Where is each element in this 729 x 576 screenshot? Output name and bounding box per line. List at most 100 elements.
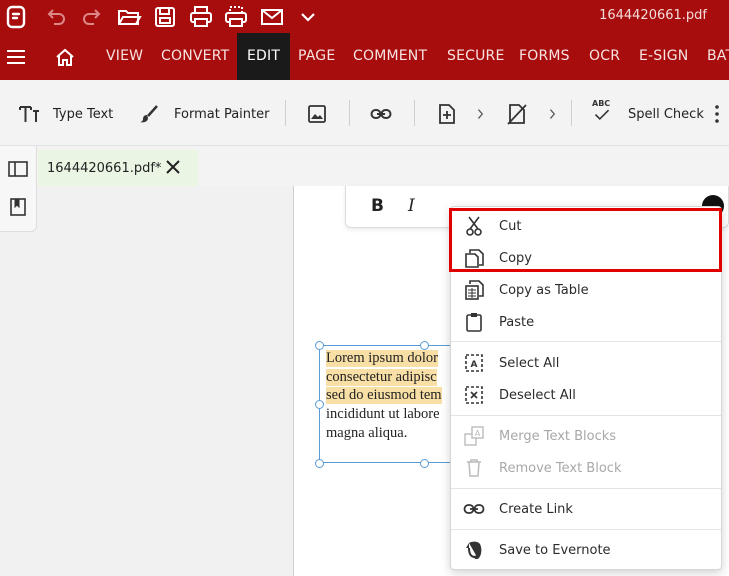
side-panel bbox=[0, 146, 37, 232]
menu-ocr[interactable]: OCR bbox=[589, 33, 620, 80]
chevron-right-icon bbox=[474, 107, 488, 121]
menu-divider bbox=[451, 488, 721, 489]
menu-paste-label: Paste bbox=[499, 314, 535, 330]
menu-select-all-label: Select All bbox=[499, 355, 560, 371]
toolbar-divider bbox=[571, 100, 572, 126]
text-line: Lorem ipsum dolor bbox=[326, 350, 438, 367]
edit-toolbar: Type Text Format Painter ABC Spell Check bbox=[0, 80, 729, 146]
type-text-button[interactable]: Type Text bbox=[18, 102, 113, 126]
vertical-dots-icon bbox=[712, 103, 722, 125]
bookmark-icon[interactable] bbox=[7, 196, 29, 218]
spell-check-label: Spell Check bbox=[628, 106, 704, 122]
copy-table-icon bbox=[463, 279, 485, 301]
deselect-all-icon bbox=[463, 384, 485, 406]
brush-icon bbox=[138, 103, 160, 125]
menu-merge-text-blocks: A Merge Text Blocks bbox=[451, 420, 721, 452]
menu-divider bbox=[451, 415, 721, 416]
menu-create-link-label: Create Link bbox=[499, 501, 573, 517]
menu-batch[interactable]: BAT bbox=[707, 33, 729, 80]
menu-convert[interactable]: CONVERT bbox=[161, 33, 229, 80]
format-painter-label: Format Painter bbox=[174, 106, 270, 122]
panel-toggle-icon[interactable] bbox=[7, 158, 29, 180]
menu-view[interactable]: VIEW bbox=[106, 33, 143, 80]
evernote-icon bbox=[463, 539, 485, 561]
resize-handle[interactable] bbox=[315, 341, 324, 350]
highlight-annotation bbox=[449, 208, 722, 272]
type-text-icon bbox=[18, 103, 40, 125]
menu-deselect-all-label: Deselect All bbox=[499, 387, 576, 403]
menu-save-to-evernote-label: Save to Evernote bbox=[499, 542, 611, 558]
add-link-button[interactable] bbox=[370, 102, 392, 126]
trash-icon bbox=[463, 457, 485, 479]
hamburger-menu-icon[interactable] bbox=[6, 47, 26, 67]
italic-button[interactable]: I bbox=[408, 196, 415, 216]
add-page-icon bbox=[436, 103, 458, 125]
window-title: 1644420661.pdf bbox=[599, 8, 707, 23]
email-icon[interactable] bbox=[259, 4, 285, 30]
batch-print-icon[interactable] bbox=[223, 4, 249, 30]
toolbar-divider bbox=[349, 100, 350, 126]
spell-check-icon: ABC bbox=[592, 99, 614, 126]
menu-save-to-evernote[interactable]: Save to Evernote bbox=[451, 534, 721, 566]
link-icon bbox=[463, 498, 485, 520]
document-tab[interactable]: 1644420661.pdf* bbox=[38, 150, 198, 186]
insert-page-more[interactable] bbox=[474, 102, 488, 126]
watermark-more[interactable] bbox=[546, 102, 560, 126]
document-tab-label: 1644420661.pdf* bbox=[47, 160, 162, 176]
svg-text:A: A bbox=[471, 360, 478, 370]
menu-bar: VIEW CONVERT EDIT PAGE COMMENT SECURE FO… bbox=[0, 33, 729, 80]
save-icon[interactable] bbox=[152, 4, 178, 30]
print-icon[interactable] bbox=[188, 4, 214, 30]
menu-remove-text-block: Remove Text Block bbox=[451, 452, 721, 484]
redo-icon[interactable] bbox=[79, 4, 105, 30]
text-line: sed do eiusmod tem bbox=[326, 387, 442, 404]
menu-copy-as-table-label: Copy as Table bbox=[499, 282, 589, 298]
resize-handle[interactable] bbox=[315, 400, 324, 409]
menu-create-link[interactable]: Create Link bbox=[451, 493, 721, 525]
close-icon[interactable] bbox=[164, 158, 182, 176]
menu-divider bbox=[451, 529, 721, 530]
menu-comment[interactable]: COMMENT bbox=[353, 33, 427, 80]
menu-copy-as-table[interactable]: Copy as Table bbox=[451, 274, 721, 306]
insert-page-button[interactable] bbox=[436, 102, 458, 126]
menu-esign[interactable]: E-SIGN bbox=[639, 33, 688, 80]
open-folder-icon[interactable] bbox=[116, 4, 142, 30]
app-logo-icon bbox=[4, 4, 30, 30]
chevron-down-icon[interactable] bbox=[295, 4, 321, 30]
format-painter-button[interactable]: Format Painter bbox=[138, 102, 269, 126]
chevron-right-icon bbox=[546, 107, 560, 121]
abc-badge: ABC bbox=[592, 99, 611, 108]
more-options-button[interactable] bbox=[712, 102, 722, 126]
image-icon bbox=[306, 103, 328, 125]
menu-forms[interactable]: FORMS bbox=[519, 33, 570, 80]
add-image-button[interactable] bbox=[306, 102, 328, 126]
menu-deselect-all[interactable]: Deselect All bbox=[451, 379, 721, 411]
clipboard-icon bbox=[463, 311, 485, 333]
bold-button[interactable]: B bbox=[371, 196, 384, 216]
undo-icon[interactable] bbox=[43, 4, 69, 30]
spell-check-button[interactable]: ABC Spell Check bbox=[592, 99, 704, 126]
resize-handle[interactable] bbox=[420, 341, 429, 350]
menu-remove-text-block-label: Remove Text Block bbox=[499, 460, 622, 476]
no-watermark-button[interactable] bbox=[506, 102, 528, 126]
svg-text:A: A bbox=[475, 429, 481, 438]
slash-page-icon bbox=[506, 103, 528, 125]
menu-select-all[interactable]: A Select All bbox=[451, 347, 721, 379]
menu-divider bbox=[451, 341, 721, 342]
text-line: consectetur adipisc bbox=[326, 369, 437, 386]
merge-text-icon: A bbox=[463, 425, 485, 447]
menu-page[interactable]: PAGE bbox=[298, 33, 335, 80]
text-line: magna aliqua. bbox=[326, 425, 408, 441]
resize-handle[interactable] bbox=[315, 459, 324, 468]
menu-secure[interactable]: SECURE bbox=[447, 33, 505, 80]
select-all-icon: A bbox=[463, 352, 485, 374]
menu-edit[interactable]: EDIT bbox=[237, 33, 291, 80]
type-text-label: Type Text bbox=[53, 106, 114, 122]
title-bar: 1644420661.pdf bbox=[0, 0, 729, 33]
home-icon[interactable] bbox=[54, 46, 76, 68]
link-icon bbox=[370, 103, 392, 125]
menu-merge-text-blocks-label: Merge Text Blocks bbox=[499, 428, 617, 444]
resize-handle[interactable] bbox=[420, 459, 429, 468]
menu-paste[interactable]: Paste bbox=[451, 306, 721, 338]
text-line: incididunt ut labore bbox=[326, 406, 440, 422]
